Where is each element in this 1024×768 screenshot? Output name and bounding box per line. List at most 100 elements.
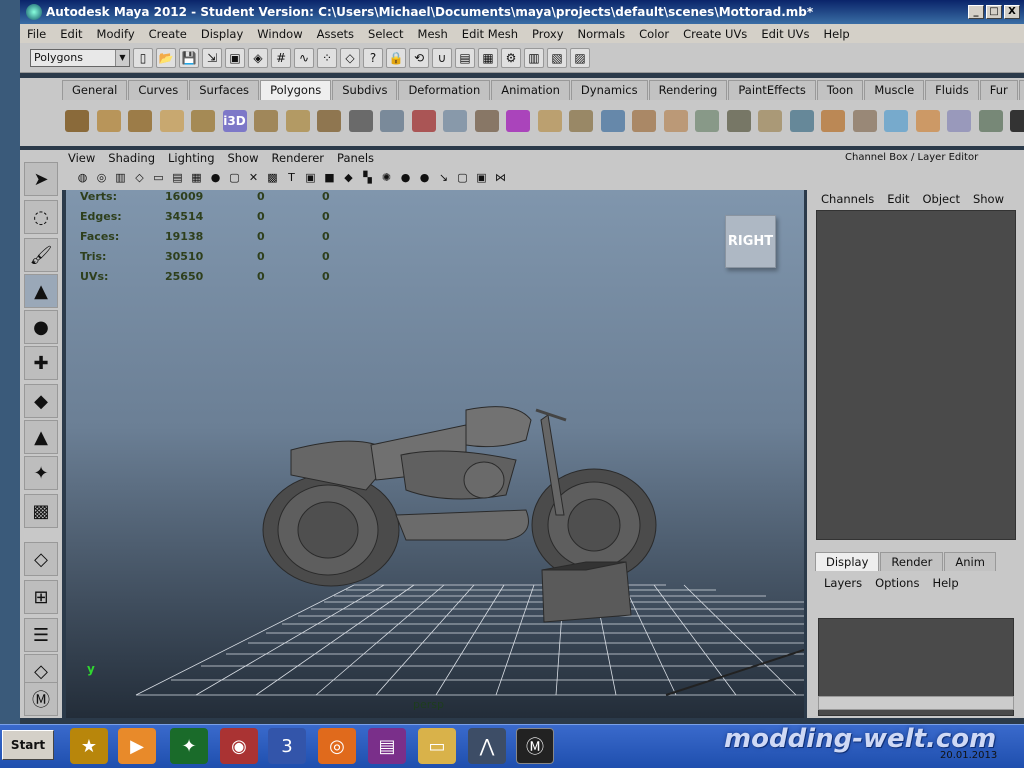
maya-taskbar-icon[interactable]: Ⓜ [516,728,554,764]
ambient-occlusion-icon[interactable]: ● [416,169,433,186]
wedge-icon[interactable] [692,106,722,136]
snap-curve-icon[interactable]: ∿ [294,47,314,68]
panel-menu-shading[interactable]: Shading [108,151,155,165]
menu-edit[interactable]: Edit [53,27,89,41]
extract-icon[interactable] [440,106,470,136]
panel-menu-lighting[interactable]: Lighting [168,151,214,165]
layers-menu[interactable]: Layers [824,576,862,590]
lights-icon[interactable]: ✺ [378,169,395,186]
taskbar-app-icon[interactable]: ★ [70,728,108,764]
layer-help-menu[interactable]: Help [932,576,958,590]
bookmark-icon[interactable]: ◎ [93,169,110,186]
safe-title-icon[interactable]: ✕ [245,169,262,186]
pyramid-icon[interactable] [283,106,313,136]
shaded-cube-icon[interactable]: ■ [321,169,338,186]
channel-object-menu[interactable]: Object [923,192,960,206]
torus-icon[interactable] [251,106,281,136]
tab-anim-layers[interactable]: Anim [944,552,996,571]
snap-point-icon[interactable]: ⁘ [317,47,337,68]
select-tool-icon[interactable]: ➤ [24,162,58,196]
snap-grid-icon[interactable]: # [271,47,291,68]
i3d-icon[interactable]: i3D [220,106,250,136]
menu-mesh[interactable]: Mesh [411,27,455,41]
start-button[interactable]: Start [2,730,54,760]
paint-select-icon[interactable]: 🖌 [24,238,58,272]
menu-edit-uvs[interactable]: Edit UVs [754,27,816,41]
xray-components-icon[interactable]: ⋈ [492,169,509,186]
text-icon[interactable]: T [283,169,300,186]
offset-loop-icon[interactable] [755,106,785,136]
tab-fur[interactable]: Fur [979,80,1018,100]
channel-show-menu[interactable]: Show [973,192,1004,206]
split-icon[interactable] [661,106,691,136]
panel-menu-view[interactable]: View [68,151,95,165]
cone-icon[interactable] [157,106,187,136]
cyl-map-icon[interactable] [913,106,943,136]
car-app-icon[interactable]: ◉ [220,728,258,764]
menu-window[interactable]: Window [250,27,309,41]
panel-menu-renderer[interactable]: Renderer [272,151,325,165]
safe-action-icon[interactable]: ▢ [226,169,243,186]
render-icon[interactable]: ▤ [455,47,475,68]
single-view-icon[interactable]: ◇ [24,542,58,576]
resolution-gate-icon[interactable]: ▤ [169,169,186,186]
lock-icon[interactable]: 🔒 [386,47,406,68]
tab-hair[interactable]: Ha [1018,80,1024,100]
manipulator-icon[interactable]: ◆ [24,384,58,418]
channel-list[interactable] [816,210,1016,540]
select-component-icon[interactable]: ◈ [248,47,268,68]
snap-plane-icon[interactable]: ◇ [340,47,360,68]
tab-subdivs[interactable]: Subdivs [332,80,398,100]
move-tool-icon[interactable]: ▲ [24,274,58,308]
view-cube[interactable]: RIGHT [725,215,776,268]
menu-display[interactable]: Display [194,27,250,41]
select-object-icon[interactable]: ▣ [225,47,245,68]
sphere-icon[interactable] [62,106,92,136]
tab-deformation[interactable]: Deformation [398,80,491,100]
four-view-icon[interactable]: ⊞ [24,580,58,614]
tab-polygons[interactable]: Polygons [260,80,332,100]
scale-tool-icon[interactable]: ✚ [24,346,58,380]
planar-map-icon[interactable] [881,106,911,136]
attribute-editor-icon[interactable]: ▥ [524,47,544,68]
tab-curves[interactable]: Curves [128,80,189,100]
close-button[interactable]: X [1004,5,1020,19]
tab-animation[interactable]: Animation [491,80,570,100]
menu-edit-mesh[interactable]: Edit Mesh [455,27,525,41]
tool-settings-icon[interactable]: ▧ [547,47,567,68]
sphere-map-icon[interactable] [944,106,974,136]
menu-set-dropdown[interactable]: Polygons ▼ [30,48,130,67]
options-menu[interactable]: Options [875,576,919,590]
tab-render-layers[interactable]: Render [880,552,944,571]
extrude-icon[interactable] [566,106,596,136]
bevel-icon[interactable] [535,106,565,136]
xray-joints-icon[interactable]: ▣ [473,169,490,186]
rotate-tool-icon[interactable]: ● [24,310,58,344]
menu-normals[interactable]: Normals [571,27,633,41]
field-chart-icon[interactable]: ● [207,169,224,186]
insert-loop-icon[interactable] [724,106,754,136]
history-icon[interactable]: ⟲ [409,47,429,68]
checker-icon[interactable] [1007,106,1024,136]
menu-help[interactable]: Help [817,27,857,41]
separate-icon[interactable] [409,106,439,136]
minimize-button[interactable]: _ [968,5,984,19]
smooth-icon[interactable] [472,106,502,136]
merge-icon[interactable] [787,106,817,136]
plane-icon[interactable] [188,106,218,136]
outliner-view-icon[interactable]: ☰ [24,618,58,652]
tab-surfaces[interactable]: Surfaces [189,80,260,100]
show-manip-icon[interactable]: ✦ [24,456,58,490]
channel-edit-menu[interactable]: Edit [887,192,909,206]
menu-proxy[interactable]: Proxy [525,27,571,41]
menu-create[interactable]: Create [142,27,194,41]
menu-modify[interactable]: Modify [90,27,142,41]
uv-icon[interactable] [850,106,880,136]
menu-file[interactable]: File [20,27,53,41]
lasso-tool-icon[interactable]: ◌ [24,200,58,234]
panel-menu-panels[interactable]: Panels [337,151,374,165]
horizontal-scrollbar[interactable] [818,696,1014,710]
tab-general[interactable]: General [62,80,128,100]
image-plane-icon[interactable]: ▥ [112,169,129,186]
menu-color[interactable]: Color [632,27,676,41]
